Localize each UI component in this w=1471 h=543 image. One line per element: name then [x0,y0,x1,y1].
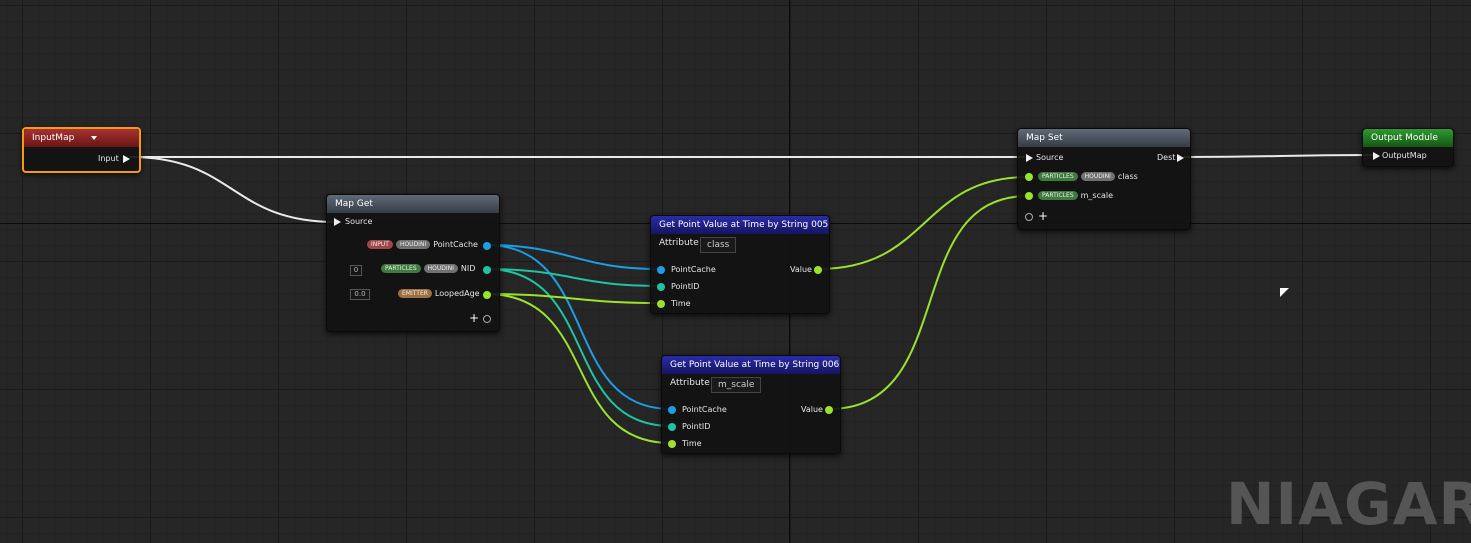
loopedage-default-value[interactable]: 0.0 [350,289,370,300]
wire-loopedage-to-006 [485,293,672,444]
wire-005-value-to-class [817,176,1029,270]
inputmap-header[interactable]: InputMap [24,129,139,147]
exec-input-pin[interactable] [1373,152,1380,160]
namespace-tag: HOUDINI [1080,172,1115,181]
mouse-cursor-icon [1280,288,1289,297]
exec-output-pin[interactable] [123,155,130,163]
gpv006-attribute-input[interactable]: m_scale [711,377,762,393]
pointcache-input-pin[interactable] [657,266,665,274]
mapget-row-pointcache: INPUT HOUDINI PointCache [367,239,478,251]
param-label: PointCache [433,240,478,249]
output-module-header[interactable]: Output Module [1363,129,1453,147]
value-output-pin[interactable] [814,266,822,274]
graph-canvas[interactable]: InputMap Input Map Get Source INPUT HOUDI… [0,0,1471,543]
get-point-value-006-node[interactable]: Get Point Value at Time by String 006 At… [661,355,841,454]
add-pin-icon[interactable]: + [1038,210,1048,222]
add-pin-ring-icon[interactable] [483,315,491,323]
mscale-input-pin[interactable] [1025,192,1033,200]
gpv006-pointcache-label: PointCache [682,405,727,414]
inputmap-input-label: Input [98,154,119,163]
pointid-input-pin[interactable] [668,423,676,431]
pointid-input-pin[interactable] [657,283,665,291]
time-input-pin[interactable] [657,300,665,308]
mapget-row-loopedage: EMITTER LoopedAge [398,288,480,300]
nid-default-value[interactable]: 0 [350,265,362,276]
namespace-tag: EMITTER [398,289,432,298]
gpv006-time-label: Time [682,439,702,448]
gpv006-title: Get Point Value at Time by String 006 [670,360,840,370]
value-output-pin[interactable] [825,406,833,414]
wire-nid-to-006 [485,268,672,427]
chevron-down-icon[interactable] [91,136,97,140]
gpv006-value-label: Value [801,405,823,414]
pointcache-output-pin[interactable] [483,242,491,250]
mapget-title: Map Get [335,199,373,209]
gpv006-attribute-label: Attribute [670,378,710,388]
namespace-tag: HOUDINI [423,264,458,273]
gpv005-header[interactable]: Get Point Value at Time by String 005 [651,216,829,234]
param-label: class [1117,172,1138,181]
niagara-watermark: NIAGARA [1226,470,1471,538]
output-module-node[interactable]: Output Module OutputMap [1362,128,1454,167]
add-pin-icon[interactable]: + [469,312,479,324]
mapget-row-nid: PARTICLES HOUDINI NID [381,263,475,275]
loopedage-output-pin[interactable] [483,291,491,299]
get-point-value-005-node[interactable]: Get Point Value at Time by String 005 At… [650,215,830,314]
pointcache-input-pin[interactable] [668,406,676,414]
mapset-dest-label: Dest [1157,153,1176,162]
mapget-source-label: Source [345,217,373,226]
wire-exec-input-to-mapget [129,156,337,223]
gpv005-time-label: Time [671,299,691,308]
wire-loopedage-to-005 [485,293,661,304]
namespace-tag: PARTICLES [381,264,421,273]
mapset-source-label: Source [1036,153,1064,162]
inputmap-node[interactable]: InputMap Input [22,127,141,173]
mapget-node[interactable]: Map Get Source INPUT HOUDINI PointCache 0 … [326,194,500,332]
namespace-tag: PARTICLES [1038,172,1078,181]
gpv006-pointid-label: PointID [682,422,711,431]
wire-006-value-to-mscale [828,195,1029,410]
mapset-row-mscale: PARTICLES m_scale [1038,190,1113,202]
wire-exec-mapset-to-output [1183,154,1374,158]
param-label: m_scale [1080,191,1114,200]
inputmap-title: InputMap [32,133,75,143]
gpv005-pointcache-label: PointCache [671,265,716,274]
mapset-row-class: PARTICLES HOUDINI class [1038,171,1138,183]
mapset-node[interactable]: Map Set Source Dest PARTICLES HOUDINI clas… [1017,128,1191,230]
class-input-pin[interactable] [1025,173,1033,181]
nid-output-pin[interactable] [483,266,491,274]
output-module-outputmap-label: OutputMap [1382,151,1427,160]
mapget-header[interactable]: Map Get [327,195,499,213]
param-label: LoopedAge [434,289,480,298]
gpv006-header[interactable]: Get Point Value at Time by String 006 [662,356,840,374]
gpv005-value-label: Value [790,265,812,274]
param-label: NID [460,264,476,273]
namespace-tag: HOUDINI [395,240,431,249]
gpv005-pointid-label: PointID [671,282,700,291]
namespace-tag: INPUT [367,240,393,249]
time-input-pin[interactable] [668,440,676,448]
output-module-title: Output Module [1371,133,1438,143]
exec-output-pin[interactable] [1177,154,1184,162]
add-pin-ring-icon[interactable] [1025,213,1033,221]
gpv005-attribute-input[interactable]: class [700,237,737,253]
gpv005-attribute-label: Attribute [659,238,699,248]
namespace-tag: PARTICLES [1038,191,1078,200]
exec-input-pin[interactable] [1026,154,1033,162]
exec-input-pin[interactable] [334,218,341,226]
mapset-header[interactable]: Map Set [1018,129,1190,147]
gpv005-title: Get Point Value at Time by String 005 [659,220,829,230]
mapset-title: Map Set [1026,133,1063,143]
